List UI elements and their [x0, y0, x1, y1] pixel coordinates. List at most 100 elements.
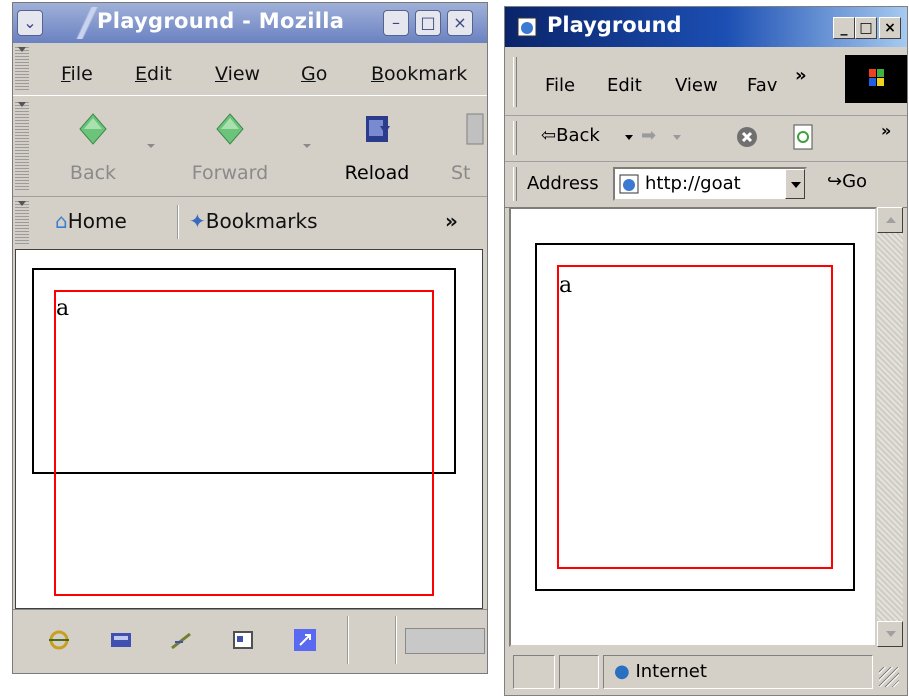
ie-window: Playground _ □ × File Edit View Fav » ⇦B…: [504, 6, 908, 696]
menu-bookmarks[interactable]: Bookmark: [371, 63, 485, 85]
page-content: a: [509, 207, 877, 647]
menu-file[interactable]: File: [545, 75, 575, 96]
bookmarks-button[interactable]: ✦Bookmarks: [189, 209, 318, 233]
toolbar-separator: [177, 205, 178, 239]
window-title: Playground - Mozilla: [97, 9, 345, 33]
home-label: Home: [67, 209, 127, 233]
toolbar-grip[interactable]: [15, 102, 29, 190]
menu-view[interactable]: View: [215, 63, 260, 85]
reload-icon: [366, 116, 390, 142]
stop-icon: [466, 113, 484, 145]
ie-title-bar[interactable]: Playground _ □ ×: [505, 7, 907, 47]
back-button[interactable]: ⇦Back: [541, 125, 600, 146]
vertical-scrollbar[interactable]: [877, 207, 903, 647]
refresh-icon[interactable]: [791, 123, 815, 151]
chat-icon[interactable]: [293, 628, 317, 652]
status-panel: [513, 655, 555, 689]
status-separator: [347, 616, 348, 664]
bookmarks-label: Bookmarks: [205, 209, 318, 233]
forward-history-dropdown[interactable]: [303, 144, 311, 148]
menu-bar: File Edit View Fav »: [505, 49, 907, 116]
back-arrow-icon: [79, 113, 107, 145]
internet-globe-icon: ●: [614, 661, 630, 682]
menu-view-accel: V: [215, 63, 228, 85]
menu-go-accel: G: [301, 63, 316, 85]
back-label: Back: [69, 162, 117, 184]
toolbar-overflow[interactable]: »: [881, 121, 891, 140]
back-history-dropdown[interactable]: [147, 144, 155, 148]
close-button[interactable]: ×: [879, 17, 901, 39]
window-menu-button[interactable]: ⌄: [17, 10, 43, 36]
stop-button[interactable]: St: [441, 106, 487, 190]
go-arrow-icon: ↪: [827, 171, 843, 192]
forward-label: Forward: [191, 162, 269, 184]
stop-icon[interactable]: [735, 125, 759, 149]
toolbar-grip[interactable]: [15, 47, 29, 91]
menu-view[interactable]: View: [675, 75, 718, 96]
content-text: a: [56, 296, 70, 321]
page-content: a: [15, 249, 483, 609]
minimize-button[interactable]: _: [833, 17, 855, 39]
mozilla-window: ⌄ Playground - Mozilla – □ × File Edit V…: [12, 2, 488, 674]
home-button[interactable]: ⌂Home: [55, 209, 127, 233]
address-input[interactable]: http://goat: [613, 167, 807, 201]
menu-go[interactable]: Go: [301, 63, 327, 85]
go-label: Go: [842, 171, 868, 192]
address-book-icon[interactable]: [231, 628, 255, 652]
bookmarks-icon: ✦: [189, 209, 206, 233]
address-bar: Address http://goat ↪Go: [505, 161, 907, 208]
minimize-button[interactable]: –: [383, 10, 409, 36]
forward-dropdown[interactable]: [673, 135, 681, 140]
maximize-button[interactable]: □: [415, 10, 441, 36]
security-zone-panel: ● Internet: [603, 655, 873, 689]
menu-bookmarks-accel: B: [371, 63, 385, 85]
back-button[interactable]: Back: [53, 106, 133, 190]
mail-icon[interactable]: [109, 628, 133, 652]
menu-file[interactable]: File: [61, 63, 93, 85]
close-button[interactable]: ×: [447, 10, 473, 36]
personal-toolbar-overflow[interactable]: »: [445, 209, 458, 233]
menu-edit-label: dit: [147, 63, 172, 85]
menu-edit[interactable]: Edit: [135, 63, 172, 85]
chevron-up-icon: [886, 217, 896, 223]
mozilla-title-bar[interactable]: ⌄ Playground - Mozilla – □ ×: [13, 3, 487, 43]
address-label: Address: [527, 173, 599, 194]
personal-toolbar: ⌂Home ✦Bookmarks »: [13, 197, 487, 249]
forward-arrow-icon[interactable]: ➡: [641, 125, 656, 146]
menu-go-label: o: [315, 63, 328, 85]
scroll-up-button[interactable]: [877, 207, 903, 233]
toolbar-grip[interactable]: [513, 57, 517, 107]
close-icon: ×: [453, 13, 467, 32]
title-decoration: [75, 7, 99, 39]
ie-document-icon: [517, 17, 537, 37]
toolbar-grip[interactable]: [513, 121, 517, 155]
reload-button[interactable]: Reload: [331, 106, 423, 190]
forward-button[interactable]: Forward: [175, 106, 285, 190]
go-button[interactable]: ↪Go: [827, 171, 867, 192]
maximize-icon: □: [420, 13, 436, 32]
back-dropdown[interactable]: [625, 135, 633, 140]
menu-file-label: ile: [70, 63, 93, 85]
menu-file-accel: F: [61, 63, 71, 85]
menu-bar: File Edit View Go Bookmark: [13, 43, 487, 95]
menu-favorites[interactable]: Fav: [747, 75, 787, 96]
menu-overflow[interactable]: »: [795, 65, 807, 86]
toolbar-grip[interactable]: [513, 167, 517, 201]
composer-icon[interactable]: [169, 628, 193, 652]
maximize-button[interactable]: □: [855, 17, 877, 39]
maximize-icon: □: [859, 20, 873, 36]
navigator-icon[interactable]: [47, 628, 71, 652]
ie-page-icon: [619, 174, 639, 194]
chevron-down-icon: [886, 631, 896, 637]
standard-toolbar: ⇦Back ➡ »: [505, 115, 907, 162]
minimize-icon: –: [392, 13, 400, 32]
navigation-toolbar: Back Forward Reload St: [13, 95, 487, 197]
toolbar-grip[interactable]: [15, 201, 29, 245]
chevron-down-icon: ⌄: [23, 13, 37, 32]
zone-label: Internet: [635, 661, 707, 682]
address-dropdown-button[interactable]: [785, 169, 805, 199]
resize-grip[interactable]: [879, 667, 899, 687]
menu-edit[interactable]: Edit: [607, 75, 642, 96]
scroll-down-button[interactable]: [877, 621, 903, 647]
minimize-icon: _: [840, 20, 848, 36]
